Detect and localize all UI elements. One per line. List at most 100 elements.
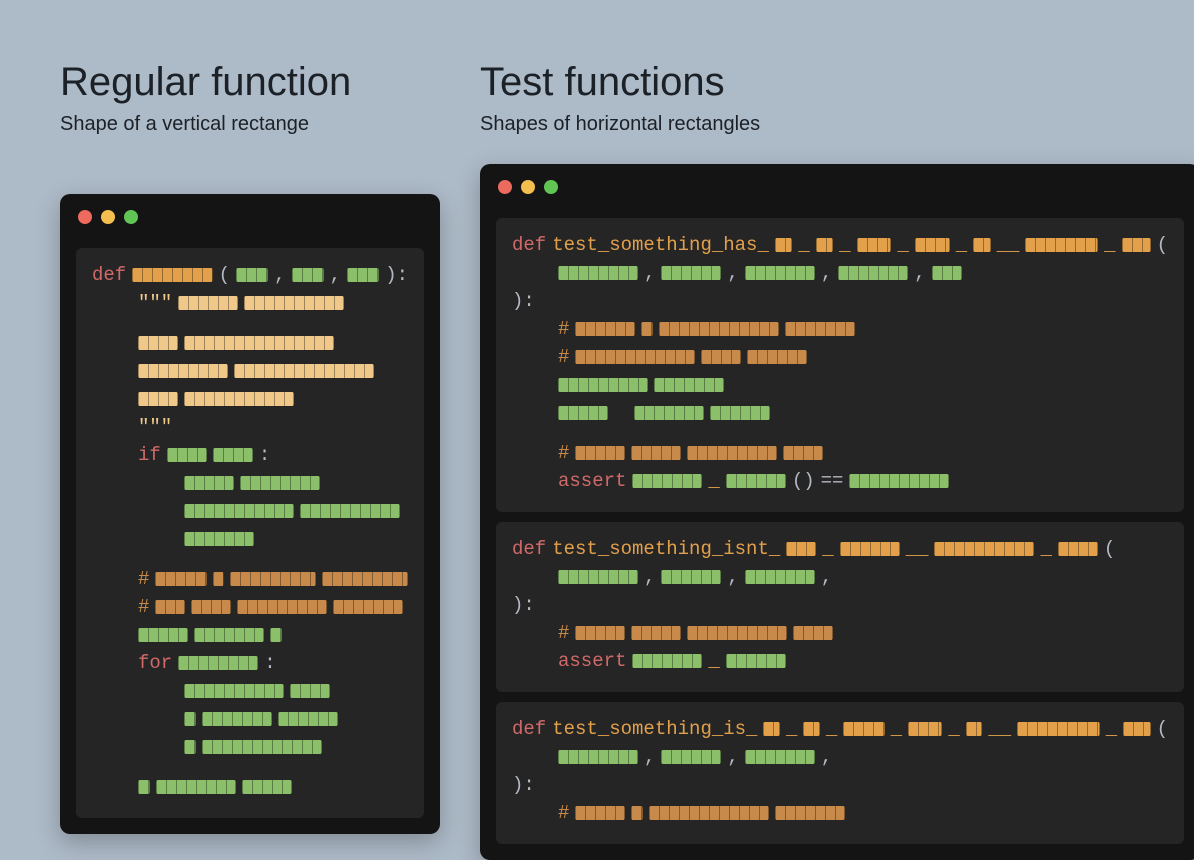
right-subtitle: Shapes of horizontal rectangles [480, 113, 1194, 136]
code-line: ): [512, 288, 1168, 314]
comment-block [575, 626, 625, 640]
var-block [167, 448, 207, 462]
code-line [92, 386, 408, 412]
comment-block [783, 446, 823, 460]
code-line [92, 330, 408, 356]
comma: , [644, 566, 655, 588]
fn-name-block [915, 238, 950, 252]
comment-block [237, 600, 327, 614]
expr-block [632, 474, 702, 488]
close-icon[interactable] [498, 180, 512, 194]
comment-block [155, 600, 185, 614]
regular-function-pane: def (, , ): """ [76, 248, 424, 818]
fn-name-block [1122, 238, 1151, 252]
expr-block [849, 474, 949, 488]
comment-block [575, 350, 695, 364]
stmt-block [138, 780, 150, 794]
blank-line [92, 316, 408, 330]
stmt-block [290, 684, 330, 698]
code-line: if : [92, 442, 408, 468]
code-line: def (, , ): [92, 262, 408, 288]
comment-block [631, 626, 681, 640]
keyword-def: def [92, 264, 126, 286]
code-line: # [512, 316, 1168, 342]
expr-block [726, 474, 786, 488]
docstring-block [234, 364, 374, 378]
comment-block [785, 322, 855, 336]
comment-block [575, 806, 625, 820]
comment-block [631, 806, 643, 820]
code-line: # [512, 800, 1168, 826]
fn-name-block [1058, 542, 1098, 556]
comment-block [230, 572, 316, 586]
minimize-icon[interactable] [101, 210, 115, 224]
zoom-icon[interactable] [544, 180, 558, 194]
stmt-block [654, 378, 724, 392]
colon: : [264, 652, 275, 674]
fn-name-block [934, 542, 1034, 556]
param-block [745, 266, 815, 280]
stmt-block [184, 740, 196, 754]
docstring-block [138, 364, 228, 378]
comma: , [727, 262, 738, 284]
titlebar [480, 164, 1194, 204]
code-line: def test_something_isnt_____( [512, 536, 1168, 562]
stmt-block [202, 740, 322, 754]
code-line [512, 372, 1168, 398]
open-paren: ( [1157, 234, 1168, 256]
comment-block [575, 322, 635, 336]
test-function-pane: def test_something_has________( , , , , … [496, 218, 1184, 512]
stmt-block [300, 504, 400, 518]
var-block [178, 656, 258, 670]
titlebar [60, 194, 440, 234]
fn-name-block [966, 722, 983, 736]
fn-name-block [1017, 722, 1100, 736]
zoom-icon[interactable] [124, 210, 138, 224]
param-block [838, 266, 908, 280]
eq-op: == [821, 470, 844, 492]
code-line: # [512, 620, 1168, 646]
code-line [92, 622, 408, 648]
keyword-assert: assert [558, 470, 626, 492]
param-block [661, 570, 721, 584]
minimize-icon[interactable] [521, 180, 535, 194]
parens: () [792, 470, 815, 492]
docstring-open: """ [138, 292, 172, 314]
comma: , [914, 262, 925, 284]
fn-name-block [132, 268, 212, 282]
comment-block [191, 600, 231, 614]
code-line: for : [92, 650, 408, 676]
param-block [558, 570, 638, 584]
code-line [92, 358, 408, 384]
param-block [661, 266, 721, 280]
param-block [661, 750, 721, 764]
stmt-block [184, 712, 196, 726]
comment-hash: # [558, 622, 569, 644]
code-line [92, 678, 408, 704]
left-subtitle: Shape of a vertical rectange [60, 113, 440, 136]
var-block [270, 628, 282, 642]
fn-name-block [786, 542, 816, 556]
stmt-block [242, 780, 292, 794]
fn-name-block [1123, 722, 1151, 736]
comment-hash: # [558, 346, 569, 368]
code-line: assert _ [512, 648, 1168, 674]
comment-block [575, 446, 625, 460]
code-line [92, 470, 408, 496]
close-icon[interactable] [78, 210, 92, 224]
open-paren: ( [1157, 718, 1168, 740]
keyword-def: def [512, 538, 546, 560]
layout-columns: Regular function Shape of a vertical rec… [0, 0, 1194, 860]
right-title: Test functions [480, 60, 1194, 105]
docstring-block [184, 336, 334, 350]
comment-block [747, 350, 807, 364]
open-paren: ( [1104, 538, 1115, 560]
code-line [92, 706, 408, 732]
code-line [92, 526, 408, 552]
comment-block [213, 572, 223, 586]
code-line: assert _() == [512, 468, 1168, 494]
code-line [92, 734, 408, 760]
comment-block [333, 600, 403, 614]
test-function-pane: def test_something_isnt_____( , , , ): # [496, 522, 1184, 692]
comma: , [821, 566, 832, 588]
